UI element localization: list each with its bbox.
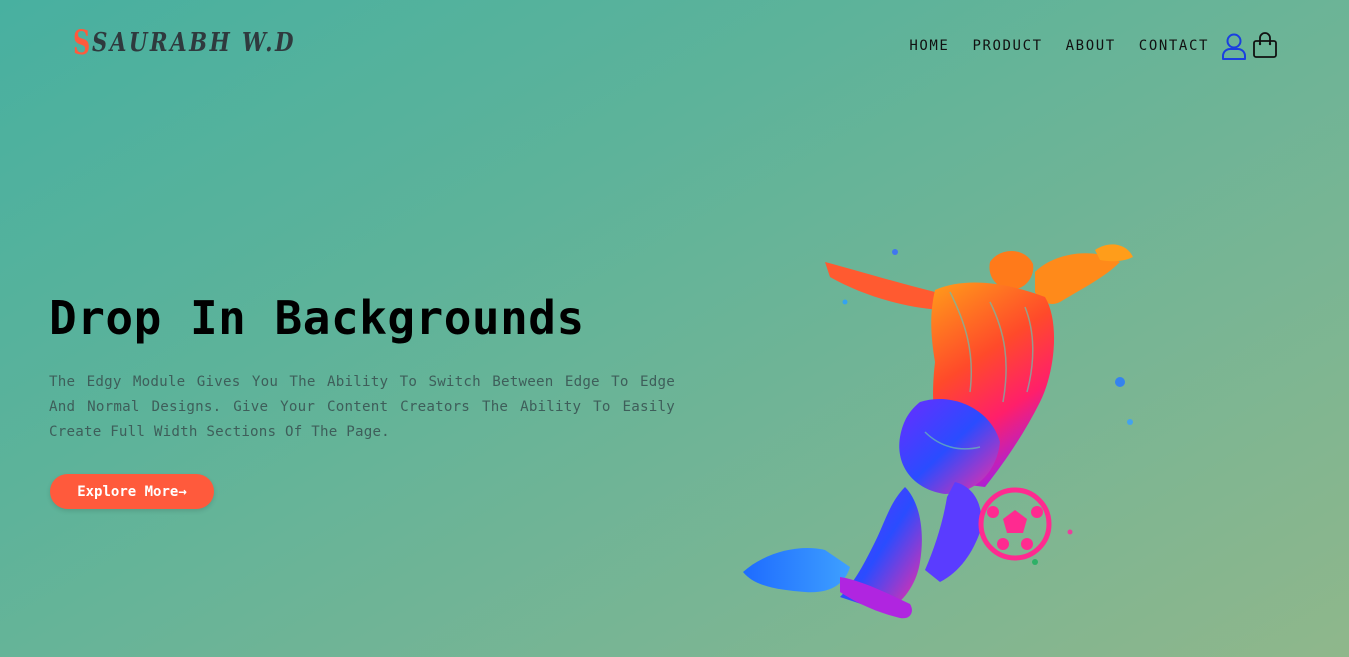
logo-mark: S	[73, 23, 91, 63]
nav-contact[interactable]: CONTACT	[1139, 38, 1209, 54]
brand-logo[interactable]: S SAURABH W.D	[73, 26, 340, 60]
explore-more-button[interactable]: Explore More→	[50, 474, 214, 509]
user-icon[interactable]	[1221, 32, 1247, 60]
shopping-bag-icon[interactable]	[1252, 31, 1278, 59]
nav-about[interactable]: ABOUT	[1066, 38, 1116, 54]
hero-title: Drop In Backgrounds	[49, 291, 585, 345]
site-header: S SAURABH W.D HOME PRODUCT ABOUT CONTACT	[0, 0, 1349, 90]
nav-product[interactable]: PRODUCT	[972, 38, 1042, 54]
soccer-player-illustration	[743, 244, 1133, 619]
logo-text: SAURABH W.D	[91, 28, 296, 58]
hero-description: The Edgy Module Gives You The Ability To…	[49, 374, 675, 440]
nav-home[interactable]: HOME	[909, 38, 949, 54]
main-nav: HOME PRODUCT ABOUT CONTACT	[909, 38, 1209, 54]
